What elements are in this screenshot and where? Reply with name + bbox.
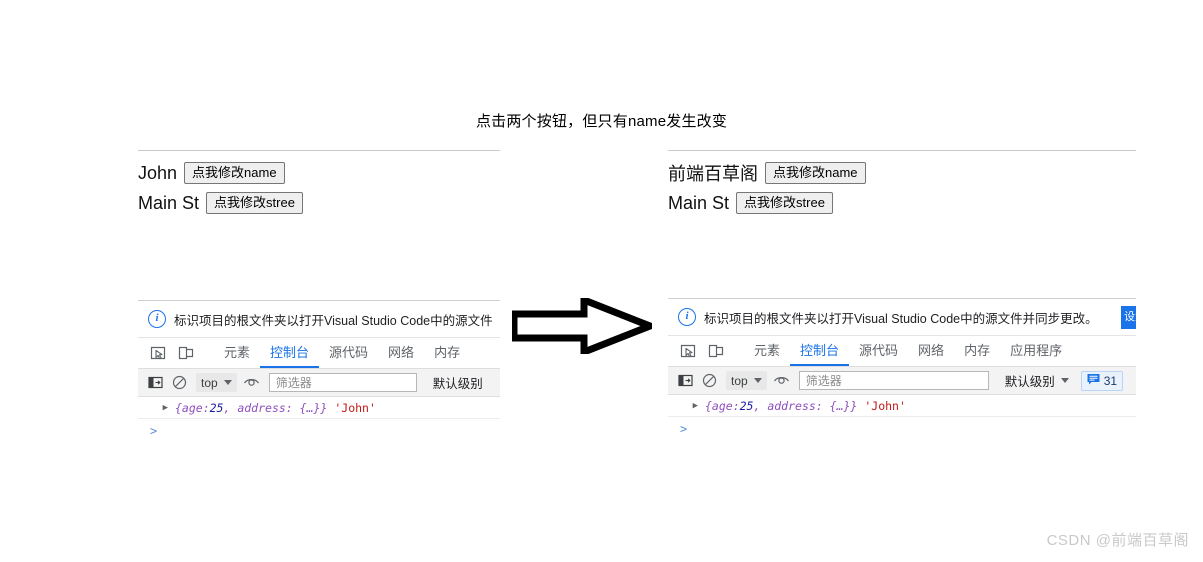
tab-console[interactable]: 控制台 [260, 338, 320, 368]
devtools-info-bar: i 标识项目的根文件夹以打开Visual Studio Code中的源文件 [138, 300, 500, 338]
chevron-down-icon [223, 380, 232, 385]
message-badge-icon [1087, 372, 1100, 390]
csdn-watermark: CSDN @前端百草阁 [1046, 532, 1189, 549]
inspect-element-icon[interactable] [676, 340, 700, 362]
console-toolbar: top 筛选器 默认级别 31 [668, 367, 1136, 395]
name-value-before: John [138, 162, 178, 183]
console-toolbar: top 筛选器 默认级别 [138, 369, 500, 397]
demo-panel-after: 前端百草阁 点我修改name Main St 点我修改stree [668, 150, 1136, 220]
clear-console-icon[interactable] [168, 372, 190, 394]
tab-sources[interactable]: 源代码 [849, 336, 908, 366]
console-string-value: 'John' [334, 400, 376, 415]
console-prompt[interactable]: > [668, 417, 1136, 441]
log-level-select[interactable]: 默认级别 [433, 373, 489, 392]
demo-row-street: Main St 点我修改stree [138, 190, 500, 216]
tab-elements[interactable]: 元素 [214, 338, 260, 368]
log-level-label: 默认级别 [432, 377, 483, 391]
console-string-value: 'John' [864, 398, 906, 413]
devtools-tab-strip: 元素 控制台 源代码 网络 内存 应用程序 [668, 336, 1136, 367]
info-bar-text: 标识项目的根文件夹以打开Visual Studio Code中的源文件 [174, 313, 493, 328]
log-level-label: 默认级别 [1004, 375, 1055, 389]
filter-input[interactable]: 筛选器 [268, 373, 417, 392]
console-row[interactable]: ▶ {age: 25, address: {…}} 'John' [668, 395, 1136, 417]
device-toolbar-icon[interactable] [704, 340, 728, 362]
chevron-down-icon [1060, 378, 1069, 383]
console-row[interactable]: ▶ {age: 25, address: {…}} 'John' [138, 397, 500, 419]
demo-panel-before: John 点我修改name Main St 点我修改stree [138, 150, 500, 220]
console-object-tail: , address: {…}} [753, 398, 858, 413]
tab-network[interactable]: 网络 [378, 338, 424, 368]
clear-console-icon[interactable] [698, 370, 720, 392]
console-object-tail: , address: {…}} [223, 400, 328, 415]
device-toolbar-icon[interactable] [174, 342, 198, 364]
tab-elements[interactable]: 元素 [744, 336, 790, 366]
demo-row-name: 前端百草阁 点我修改name [668, 160, 1136, 186]
page-title: 点击两个按钮，但只有name发生改变 [475, 113, 728, 130]
tab-memory[interactable]: 内存 [954, 336, 1000, 366]
demo-row-street: Main St 点我修改stree [668, 190, 1136, 216]
chevron-down-icon [753, 378, 762, 383]
filter-input[interactable]: 筛选器 [798, 371, 989, 390]
change-name-button-after[interactable]: 点我修改name [765, 162, 866, 184]
demo-row-name: John 点我修改name [138, 160, 500, 186]
console-object-number: 25 [209, 400, 224, 415]
console-output: ▶ {age: 25, address: {…}} 'John' > [138, 397, 500, 443]
street-value-before: Main St [138, 192, 200, 213]
tab-sources[interactable]: 源代码 [319, 338, 378, 368]
info-bar-text: 标识项目的根文件夹以打开Visual Studio Code中的源文件并同步更改… [704, 311, 1098, 326]
devtools-window-after: i 标识项目的根文件夹以打开Visual Studio Code中的源文件并同步… [668, 298, 1136, 460]
log-level-select[interactable]: 默认级别 [1005, 371, 1069, 390]
execution-context-value: top [731, 373, 748, 388]
street-value-after: Main St [668, 192, 730, 213]
console-output: ▶ {age: 25, address: {…}} 'John' > [668, 395, 1136, 441]
tab-console[interactable]: 控制台 [790, 336, 850, 366]
devtools-tab-strip: 元素 控制台 源代码 网络 内存 [138, 338, 500, 369]
info-circle-icon: i [148, 310, 166, 328]
change-name-button-before[interactable]: 点我修改name [184, 162, 285, 184]
tab-memory[interactable]: 内存 [424, 338, 470, 368]
execution-context-select[interactable]: top [196, 373, 237, 392]
console-prompt[interactable]: > [138, 419, 500, 443]
inspect-element-icon[interactable] [146, 342, 170, 364]
console-object-head: {age: [705, 398, 740, 413]
message-count-badge[interactable]: 31 [1080, 370, 1124, 391]
right-arrow-icon [510, 294, 660, 358]
disclosure-triangle-icon[interactable]: ▶ [138, 403, 175, 413]
execution-context-value: top [201, 375, 218, 390]
message-badge-count: 31 [1103, 373, 1118, 388]
execution-context-select[interactable]: top [726, 371, 767, 390]
disclosure-triangle-icon[interactable]: ▶ [668, 401, 705, 411]
console-sidebar-icon[interactable] [144, 372, 166, 394]
live-expression-icon[interactable] [771, 370, 793, 392]
console-object-number: 25 [739, 398, 754, 413]
tab-network[interactable]: 网络 [908, 336, 954, 366]
info-circle-icon: i [678, 308, 696, 326]
devtools-window-before: i 标识项目的根文件夹以打开Visual Studio Code中的源文件 元素… [138, 300, 500, 462]
change-street-button-before[interactable]: 点我修改stree [206, 192, 303, 214]
change-street-button-after[interactable]: 点我修改stree [736, 192, 833, 214]
info-bar-action-button[interactable]: 设置 [1121, 306, 1136, 329]
console-sidebar-icon[interactable] [674, 370, 696, 392]
name-value-after: 前端百草阁 [668, 164, 758, 184]
console-object-head: {age: [175, 400, 210, 415]
devtools-info-bar: i 标识项目的根文件夹以打开Visual Studio Code中的源文件并同步… [668, 298, 1136, 336]
tab-application[interactable]: 应用程序 [1000, 336, 1072, 366]
live-expression-icon[interactable] [241, 372, 263, 394]
